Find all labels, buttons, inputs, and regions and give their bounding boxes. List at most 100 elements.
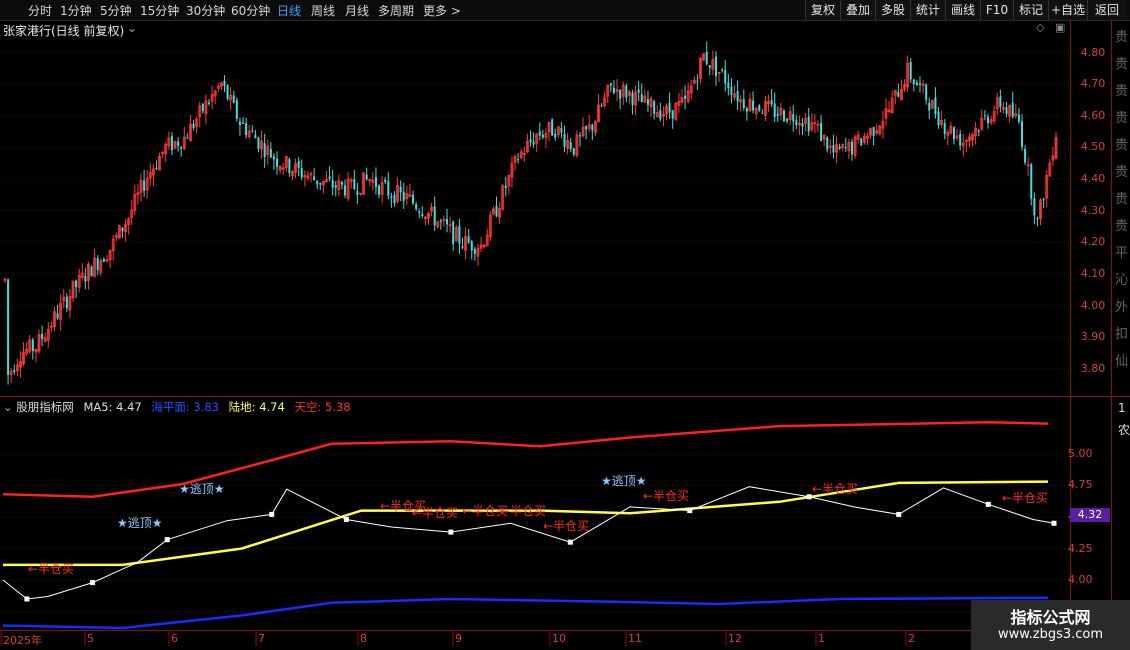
right-panel-label: 贵 — [1115, 165, 1129, 180]
stock-chart[interactable]: ←半仓买←半仓买←半仓买 ←半仓买←半仓买←半仓买←半仓买 ←半仓买←半仓买★逃顶★… — [0, 0, 1130, 650]
date-tick-label: 7 — [258, 632, 265, 645]
price-tick-label: 4.00 — [1080, 298, 1106, 312]
candle-body — [820, 122, 823, 142]
candle-body — [13, 370, 16, 373]
candle-body — [572, 148, 575, 155]
candle-body — [201, 103, 204, 112]
candle-body — [934, 97, 937, 115]
date-tick-label: 5 — [87, 632, 94, 645]
candle-body — [41, 333, 44, 339]
escape-top-label: ★逃顶★ — [117, 516, 163, 530]
ma5-marker — [1051, 520, 1057, 526]
ma5-marker — [448, 529, 454, 535]
candle-body — [504, 185, 507, 189]
candle-body — [1030, 164, 1033, 199]
candle-body — [776, 114, 779, 116]
candle-body — [684, 95, 687, 99]
ma5-marker — [90, 580, 96, 586]
date-tick-label: 8 — [360, 632, 367, 645]
candle-body — [143, 180, 146, 191]
candle-body — [7, 279, 10, 375]
candle-body — [625, 85, 628, 98]
candle-body — [640, 94, 643, 102]
price-tick-label: 3.80 — [1080, 361, 1106, 375]
candle-body — [943, 123, 946, 134]
candle-body — [300, 168, 303, 178]
candle-body — [102, 258, 105, 262]
half-position-buy-label: ←半仓买 — [1002, 491, 1048, 505]
candle-body — [600, 105, 603, 107]
candle-body — [242, 123, 245, 125]
candle-body — [75, 280, 78, 288]
candle-body — [560, 128, 563, 133]
candle-body — [653, 101, 656, 114]
ma5-marker — [269, 511, 275, 517]
candle-body — [826, 137, 829, 150]
signal-labels: ←半仓买←半仓买←半仓买 ←半仓买←半仓买←半仓买←半仓买 ←半仓买←半仓买★逃顶★… — [28, 474, 1048, 576]
half-position-buy-label: ←半仓买 — [812, 482, 858, 496]
price-tick-label: 4.40 — [1080, 172, 1106, 186]
candle-body — [925, 84, 928, 100]
candle-body — [316, 180, 319, 185]
candle-body — [838, 146, 841, 149]
candle-body — [96, 258, 99, 270]
candle-body — [319, 182, 322, 185]
candle-body — [177, 141, 180, 146]
candle-body — [257, 137, 260, 149]
escape-top-label: ★逃顶★ — [601, 474, 647, 488]
candle-body — [415, 204, 418, 210]
candle-body — [801, 123, 804, 127]
candle-body — [909, 61, 912, 80]
ma5-marker — [896, 511, 902, 517]
candle-body — [331, 179, 334, 188]
date-tick-label: 12 — [728, 632, 742, 645]
right-panel-label: 外 — [1115, 300, 1129, 315]
candle-body — [532, 141, 535, 145]
indicator-tick-label: 4.75 — [1068, 478, 1093, 492]
candle-body — [390, 196, 393, 198]
price-tick-label: 4.10 — [1080, 266, 1106, 280]
candle-body — [467, 236, 470, 243]
candle-body — [1036, 218, 1039, 220]
candle-body — [912, 79, 915, 84]
candle-body — [591, 124, 594, 131]
candle-body — [452, 221, 455, 244]
price-tick-label: 4.80 — [1080, 45, 1106, 59]
candle-body — [714, 56, 717, 76]
candle-body — [538, 131, 541, 136]
date-tick-label: 1 — [818, 632, 825, 645]
candle-body — [554, 133, 557, 138]
candle-body — [1024, 148, 1027, 163]
candle-body — [708, 65, 711, 68]
candle-body — [705, 51, 708, 64]
candle-body — [619, 90, 622, 99]
candle-body — [659, 110, 662, 120]
right-panel-label: 贵 — [1115, 30, 1129, 45]
candle-body — [245, 123, 248, 136]
candle-body — [1020, 121, 1023, 147]
candle-body — [495, 205, 498, 217]
candle-body — [90, 266, 93, 277]
candle-body — [334, 185, 337, 188]
candle-body — [795, 120, 798, 126]
indicator-line-sky — [2, 421, 1049, 499]
candle-body — [344, 185, 347, 196]
candle-body — [696, 80, 699, 82]
candle-body — [742, 99, 745, 109]
candle-body — [374, 177, 377, 188]
watermark-url: www.zbgs3.com — [997, 627, 1104, 642]
candle-body — [1042, 199, 1045, 201]
candle-body — [807, 116, 810, 132]
candle-body — [421, 213, 424, 217]
ma5-marker — [343, 516, 349, 522]
candle-body — [1011, 102, 1014, 117]
candle-body — [631, 92, 634, 105]
candle-body — [393, 194, 396, 204]
half-position-buy-label: ←半仓买 — [543, 519, 589, 533]
date-tick-label: 6 — [171, 632, 178, 645]
candle-body — [844, 147, 847, 149]
candle-body — [832, 145, 835, 153]
date-tick-label: 11 — [628, 632, 642, 645]
candle-body — [983, 115, 986, 117]
date-tick-label: 10 — [552, 632, 566, 645]
